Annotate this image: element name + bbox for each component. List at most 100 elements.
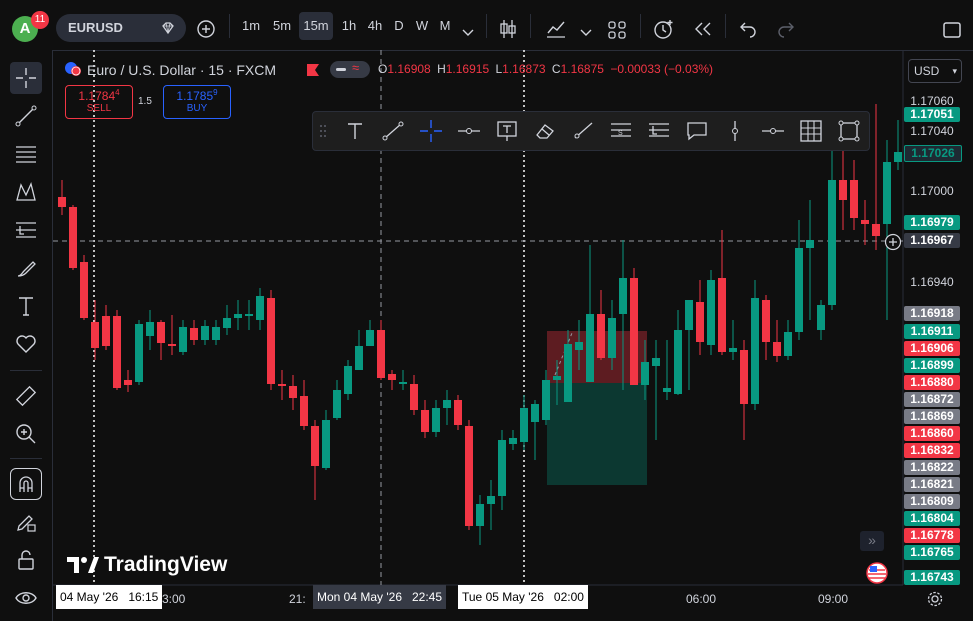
sell-label: SELL [86, 103, 112, 114]
ohlc-legend: O1.16908 H1.16915 L1.16873 C1.16875 −0.0… [378, 62, 713, 76]
time-axis-label: 06:00 [686, 592, 717, 606]
comment-callout-icon[interactable] [682, 116, 712, 146]
low-value: 1.16873 [502, 62, 546, 76]
time-axis-marker: 04 May '26 16:15 [56, 585, 163, 609]
horizontal-ray-icon[interactable] [454, 116, 484, 146]
candle-body [872, 224, 880, 236]
candle-body [234, 314, 242, 318]
long-position-icon[interactable]: S [606, 116, 636, 146]
price-axis-label: 1.17040 [910, 124, 954, 138]
eraser-icon[interactable] [530, 116, 560, 146]
price-tag: 1.17051 [904, 107, 960, 122]
candle-body [850, 180, 858, 218]
candle-body [366, 330, 374, 346]
horizontal-line-icon[interactable] [758, 116, 788, 146]
candle-body [652, 358, 660, 366]
candle-body [300, 396, 308, 426]
candlestick-chart[interactable] [0, 0, 973, 621]
currency-select[interactable]: USD ▾ [908, 59, 962, 83]
candle-body [718, 278, 726, 352]
rectangle-select-icon[interactable] [834, 116, 864, 146]
change-value: −0.00033 (−0.03%) [610, 62, 714, 76]
candle-body [201, 326, 209, 340]
candle-body [344, 366, 352, 394]
time-axis-label: 09:00 [818, 592, 849, 606]
candle-body [113, 316, 121, 388]
price-tag: 1.16822 [904, 460, 960, 475]
candle-body [377, 330, 385, 378]
candle-body [729, 348, 737, 352]
sell-button[interactable]: 1.17844 SELL [65, 85, 133, 119]
candle-body [135, 324, 143, 382]
price-tag: 1.16778 [904, 528, 960, 543]
add-alert-plus-icon[interactable] [884, 233, 902, 256]
scroll-to-realtime-button[interactable]: » [860, 531, 884, 551]
drag-handle-icon[interactable] [312, 116, 334, 146]
text-box-icon[interactable] [492, 116, 522, 146]
candle-body [256, 296, 264, 320]
candle-body [421, 410, 429, 432]
tradingview-logo: TradingView [67, 553, 227, 577]
price-tag: 1.16918 [904, 306, 960, 321]
buy-button[interactable]: 1.17859 BUY [163, 85, 231, 119]
chevron-down-icon: ▾ [952, 66, 957, 76]
buy-label: BUY [186, 103, 208, 114]
price-axis-label: 1.17060 [910, 94, 954, 108]
watermark-text: TradingView [104, 553, 228, 576]
chart-settings-gear-icon[interactable] [927, 591, 943, 612]
close-value: 1.16875 [560, 62, 604, 76]
price-tag: 1.16821 [904, 477, 960, 492]
candle-body [795, 248, 803, 332]
candle-body [553, 376, 561, 380]
candle-body [817, 305, 825, 330]
candle-body [531, 404, 539, 422]
candle-body [619, 278, 627, 314]
vertical-line-icon[interactable] [720, 116, 750, 146]
price-tag: 1.16872 [904, 392, 960, 407]
position-target-zone [547, 383, 647, 485]
candle-body [575, 342, 583, 350]
text-tool-icon[interactable] [340, 116, 370, 146]
time-axis-label: 3:00 [162, 592, 186, 606]
price-tag: 1.16832 [904, 443, 960, 458]
candle-body [509, 438, 517, 444]
short-position-icon[interactable] [644, 116, 674, 146]
candle-body [443, 400, 451, 408]
candle-body [69, 207, 77, 268]
candle-body [674, 330, 682, 394]
candle-body [762, 300, 770, 342]
candle-body [663, 388, 671, 392]
candle-body [740, 350, 748, 404]
visibility-toggle-pill[interactable]: ≈ [330, 60, 370, 78]
candle-body [883, 162, 891, 224]
high-label: H [437, 62, 446, 76]
table-grid-icon[interactable] [796, 116, 826, 146]
trend-line-icon[interactable] [378, 116, 408, 146]
price-tag: 1.16869 [904, 409, 960, 424]
candle-body [498, 440, 506, 496]
candle-body [355, 346, 363, 370]
candle-body [168, 344, 176, 346]
wave-icon: ≈ [352, 60, 360, 75]
us-flag-icon[interactable] [866, 562, 888, 589]
open-value: 1.16908 [387, 62, 431, 76]
close-label: C [551, 62, 561, 76]
candle-body [696, 302, 704, 342]
ray-line-icon[interactable] [568, 116, 598, 146]
candle-body [861, 220, 869, 224]
price-axis-label: 1.16940 [910, 275, 954, 289]
time-axis-marker: Tue 05 May '26 02:00 [458, 585, 588, 609]
price-tag: 1.16911 [904, 324, 960, 339]
candle-body [608, 318, 616, 358]
candle-body [333, 390, 341, 418]
candle-body [520, 408, 528, 442]
candle-body [388, 374, 396, 380]
candle-body [542, 380, 550, 420]
candle-body [828, 180, 836, 305]
candle-body [432, 408, 440, 432]
crosshair-icon[interactable] [416, 116, 446, 146]
candle-body [80, 262, 88, 318]
candle-body [597, 314, 605, 358]
time-axis-label: 21: [289, 592, 306, 606]
symbol-title[interactable]: Euro / U.S. Dollar · 15 · FXCM [87, 62, 276, 78]
